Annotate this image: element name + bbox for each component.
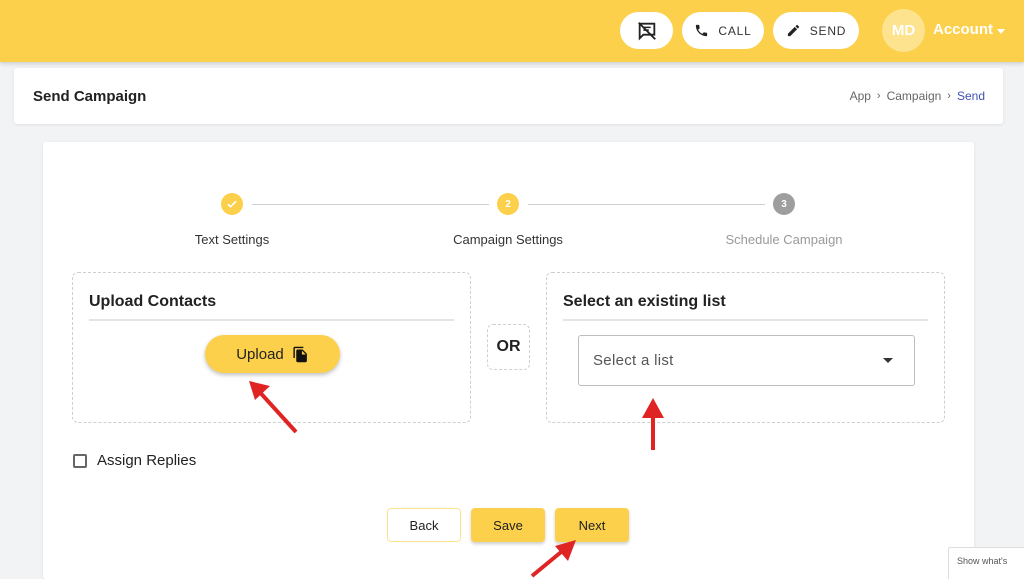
file-copy-icon (293, 346, 307, 362)
existing-list-title: Select an existing list (563, 293, 726, 310)
upload-button[interactable]: Upload (205, 335, 340, 373)
phone-icon (696, 24, 708, 37)
list-select-placeholder: Select a list (593, 352, 674, 369)
campaign-form-card: 2 3 Text Settings Campaign Settings Sche… (43, 142, 974, 579)
stepper-connector (252, 204, 489, 205)
breadcrumb-app[interactable]: App (850, 89, 871, 103)
upload-contacts-panel: Upload Contacts Upload (72, 272, 471, 423)
divider (89, 319, 454, 321)
step-3-indicator: 3 (773, 193, 795, 215)
or-separator: OR (487, 324, 530, 370)
avatar[interactable]: MD (882, 9, 925, 52)
breadcrumb: App › Campaign › Send (850, 89, 985, 103)
top-app-bar: CALL SEND MD Account (0, 0, 1024, 62)
corner-help-tab[interactable]: Show what's (948, 547, 1024, 579)
upload-contacts-title: Upload Contacts (89, 293, 217, 310)
list-select[interactable]: Select a list (578, 335, 915, 386)
step-1-label: Text Settings (194, 232, 270, 247)
back-button[interactable]: Back (387, 508, 461, 542)
breadcrumb-campaign[interactable]: Campaign (887, 89, 942, 103)
page-title: Send Campaign (33, 88, 147, 105)
call-button[interactable]: CALL (682, 12, 764, 49)
page-header: Send Campaign App › Campaign › Send (14, 68, 1003, 124)
speaker-notes-off-icon (637, 21, 656, 41)
existing-list-panel: Select an existing list Select a list (546, 272, 945, 423)
next-button[interactable]: Next (555, 508, 629, 542)
pencil-icon (787, 24, 799, 37)
send-button[interactable]: SEND (773, 12, 859, 49)
step-2-indicator: 2 (497, 193, 519, 215)
check-icon (227, 200, 237, 208)
assign-replies-label[interactable]: Assign Replies (97, 452, 196, 469)
upload-button-label: Upload (236, 345, 284, 363)
account-menu-label[interactable]: Account (933, 21, 993, 38)
save-button[interactable]: Save (471, 508, 545, 542)
assign-replies-checkbox[interactable] (73, 454, 87, 468)
stepper-connector (528, 204, 765, 205)
step-1-indicator (221, 193, 243, 215)
breadcrumb-send: Send (956, 89, 985, 103)
step-2-label: Campaign Settings (453, 232, 563, 247)
send-label: SEND (809, 23, 847, 38)
hide-messages-button[interactable] (620, 12, 673, 49)
chevron-down-icon[interactable] (997, 29, 1005, 34)
dropdown-arrow-icon (883, 358, 893, 363)
chevron-right-icon: › (876, 90, 881, 102)
call-label: CALL (718, 23, 752, 38)
chevron-right-icon: › (947, 90, 951, 102)
divider (563, 319, 928, 321)
step-3-label: Schedule Campaign (725, 232, 843, 247)
